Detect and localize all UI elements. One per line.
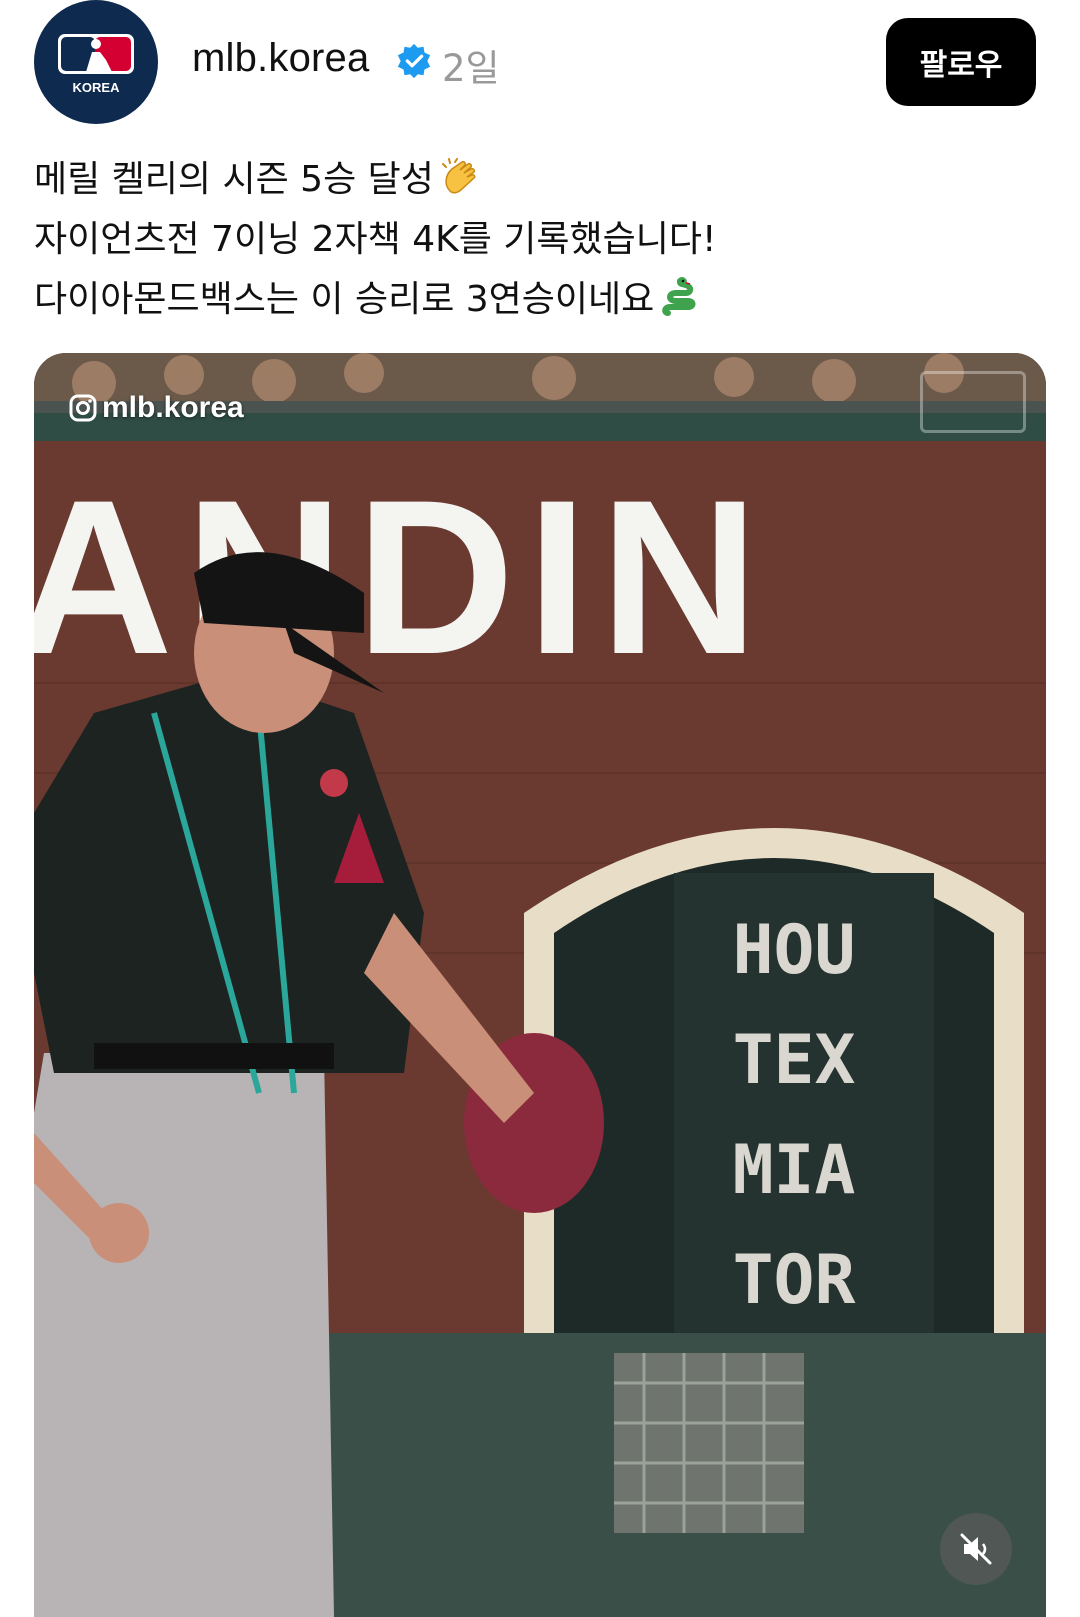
broadcast-frame-icon: [920, 371, 1026, 433]
stadium-sign-text: ANDIN: [34, 454, 771, 700]
mute-button[interactable]: [940, 1513, 1012, 1585]
svg-text:KOREA: KOREA: [73, 80, 121, 95]
profile-avatar[interactable]: KOREA: [34, 0, 158, 124]
score-team-4: TOR: [733, 1241, 856, 1320]
caption-line-2: 자이언츠전 7이닝 2자책 4K를 기록했습니다!: [34, 219, 717, 260]
follow-button[interactable]: 팔로우: [886, 18, 1036, 106]
clapping-hands-icon: [441, 158, 476, 194]
speaker-muted-icon: [960, 1533, 992, 1565]
video-watermark: mlb.korea: [68, 391, 244, 425]
score-team-1: HOU: [733, 911, 856, 990]
caption-text-1: 메릴 켈리의 시즌 5승 달성: [34, 159, 434, 200]
caption-text-3: 다이아몬드백스는 이 승리로 3연승이네요: [34, 279, 655, 320]
caption-line-3: 다이아몬드백스는 이 승리로 3연승이네요: [34, 270, 1044, 330]
mlb-logo-icon: KOREA: [58, 34, 134, 95]
watermark-text: mlb.korea: [102, 391, 244, 424]
post-time: 2일: [442, 47, 500, 90]
score-team-2: TEX: [733, 1021, 856, 1100]
username[interactable]: mlb.korea: [192, 36, 369, 81]
instagram-icon: [69, 394, 97, 422]
post-caption: 메릴 켈리의 시즌 5승 달성 자이언츠전 7이닝 2자책 4K를 기록했습니다…: [34, 150, 1044, 330]
verified-badge-icon: [397, 43, 431, 79]
score-team-3: MIA: [733, 1131, 856, 1210]
snake-icon: [662, 277, 696, 316]
caption-line-1: 메릴 켈리의 시즌 5승 달성: [34, 150, 1044, 210]
video-frame: ANDIN HOU TEX MIA TOR: [34, 353, 1046, 1617]
post-video[interactable]: ANDIN HOU TEX MIA TOR mlb.korea: [34, 353, 1046, 1617]
post-header: KOREA mlb.korea 2일 팔로우: [0, 0, 1080, 130]
